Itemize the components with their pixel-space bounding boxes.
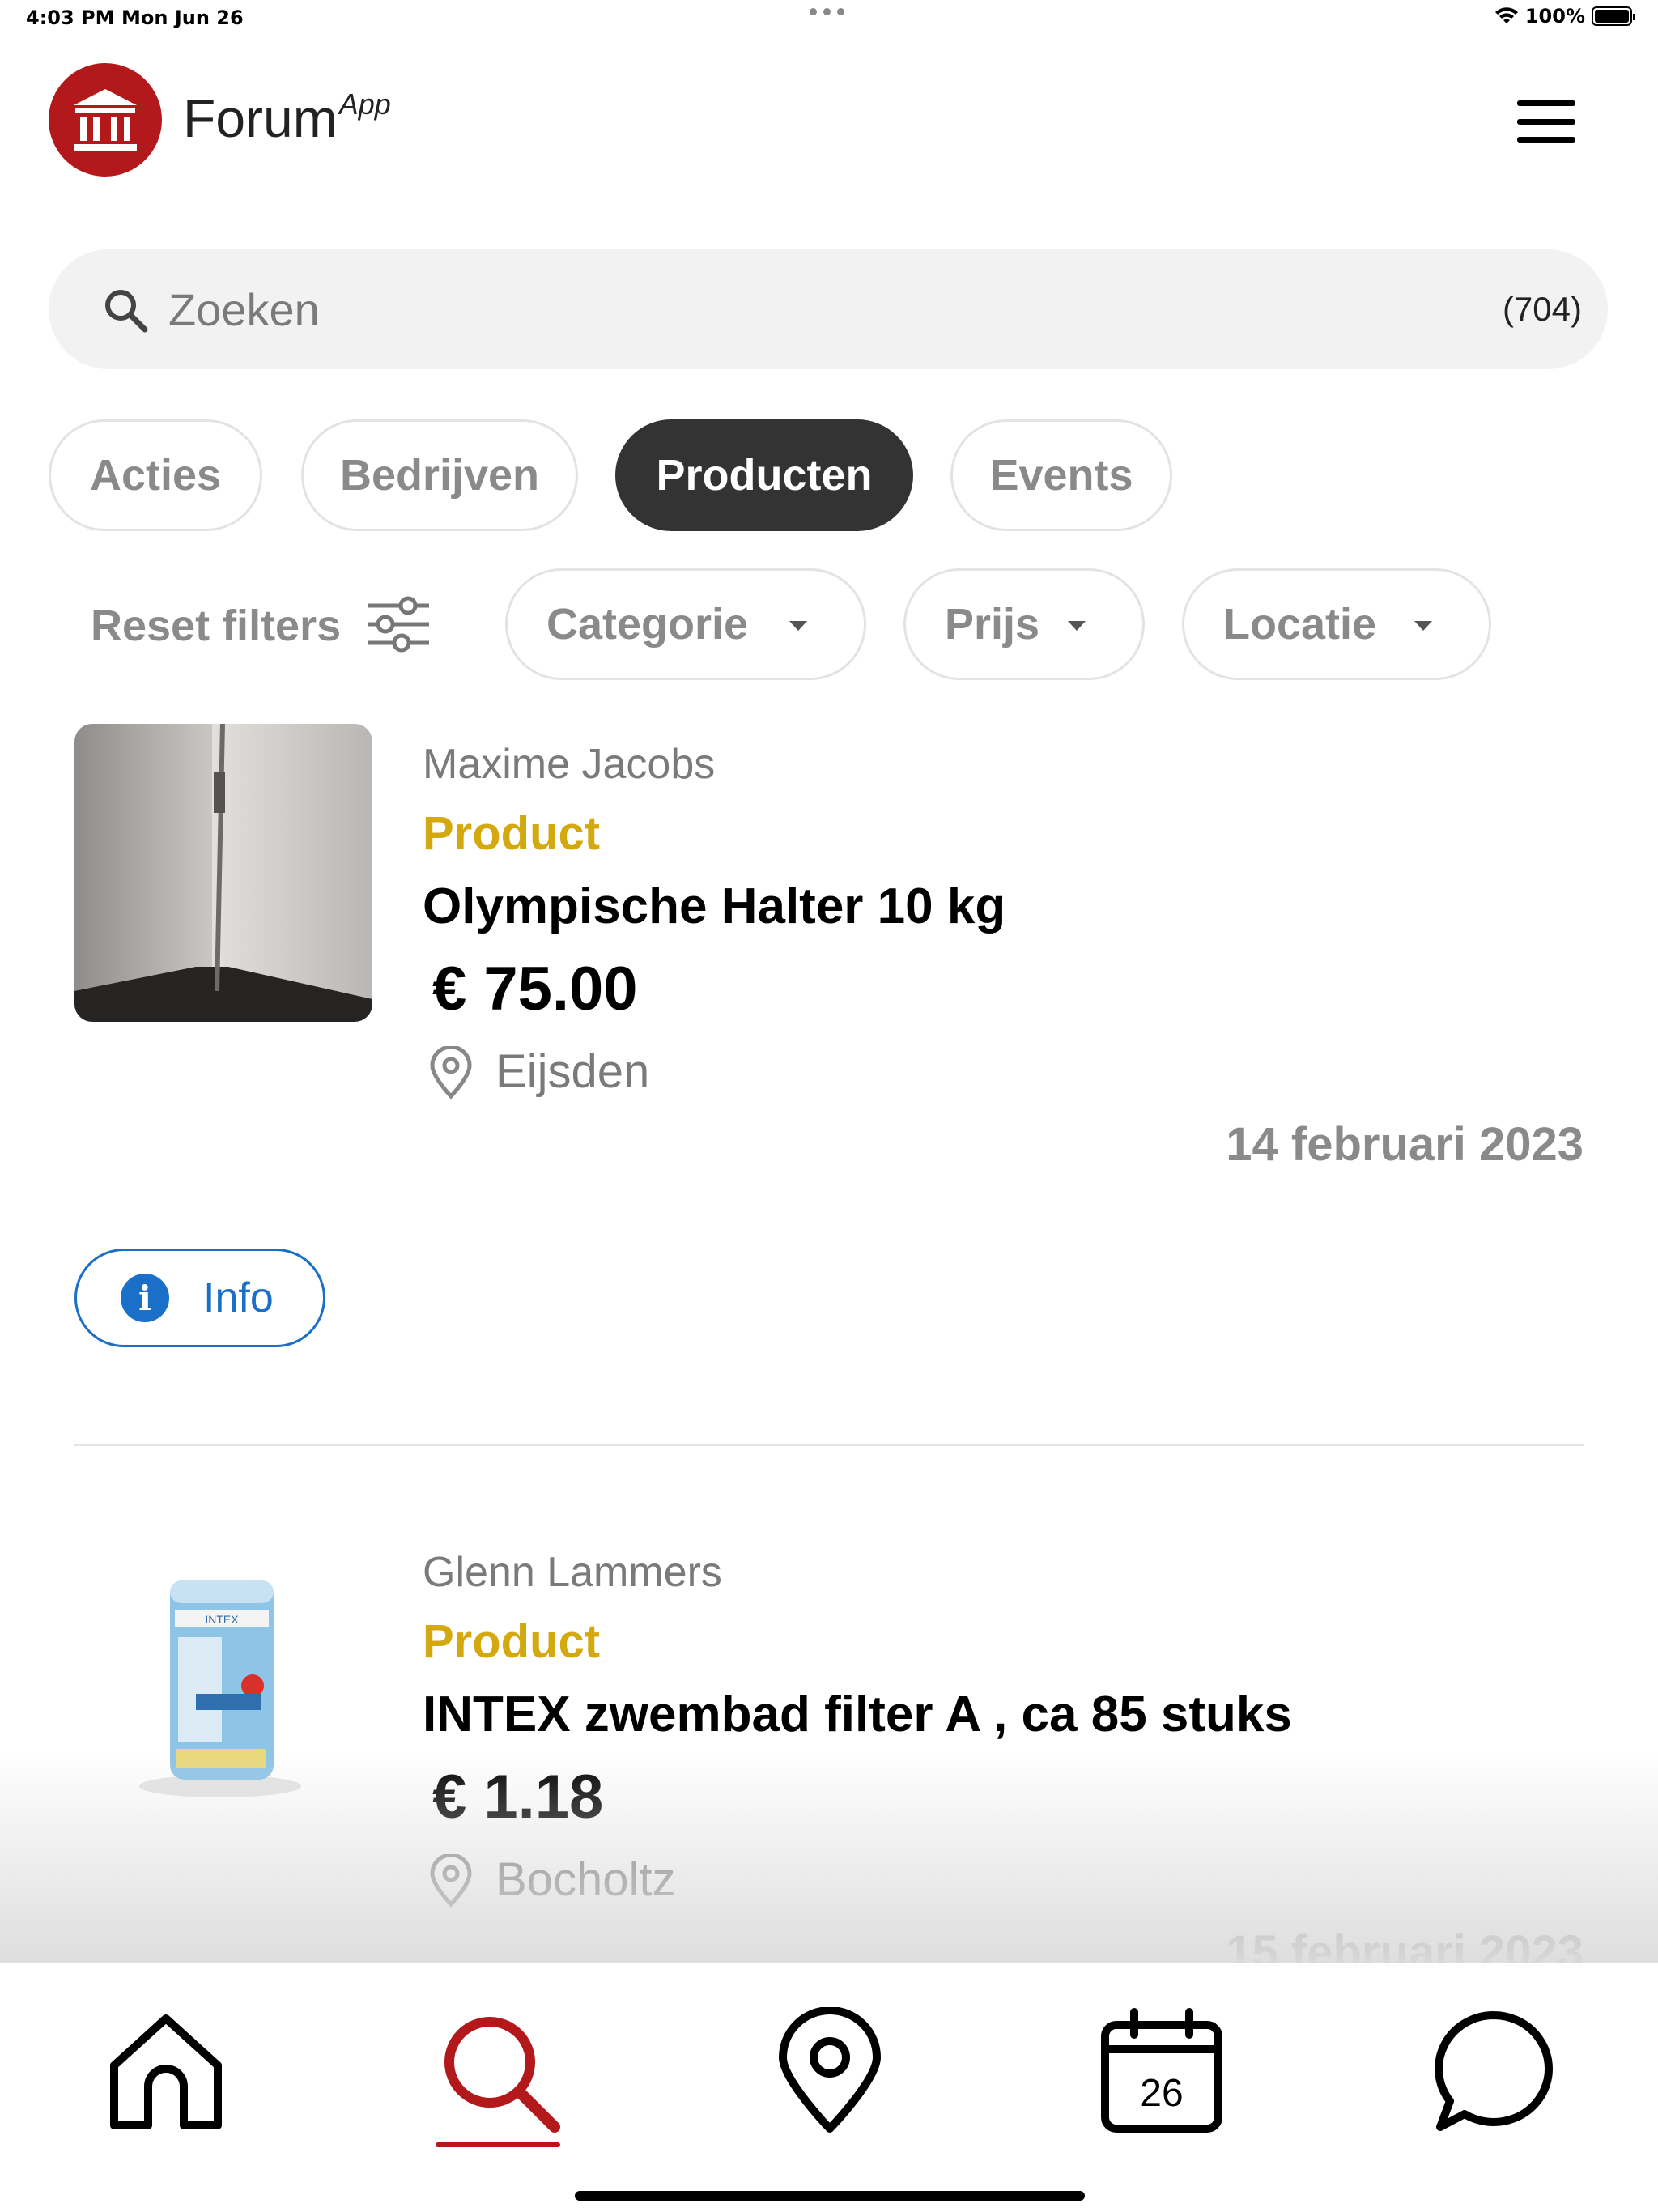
status-date: Mon Jun 26 <box>121 6 244 29</box>
calendar-day: 26 <box>1140 2072 1184 2115</box>
listing-type: Product <box>423 1615 601 1668</box>
seller-name: Glenn Lammers <box>423 1549 722 1596</box>
status-right: 100% <box>1494 5 1635 28</box>
tab-bedrijven[interactable]: Bedrijven <box>301 419 578 531</box>
listing-location: Eijsden <box>495 1045 650 1098</box>
listing-price: € 75.00 <box>432 955 638 1023</box>
home-indicator[interactable] <box>575 2191 1085 2201</box>
search-input[interactable] <box>168 279 1383 340</box>
listing-title[interactable]: Olympische Halter 10 kg <box>423 878 1005 935</box>
sliders-icon[interactable] <box>366 596 431 653</box>
map-pin-icon[interactable] <box>761 2003 899 2141</box>
chat-bubble-icon[interactable] <box>1425 2003 1562 2141</box>
info-button[interactable]: i Info <box>74 1249 325 1347</box>
location-pin-icon <box>430 1854 472 1908</box>
tab-acties[interactable]: Acties <box>49 419 262 531</box>
locatie-dropdown[interactable]: Locatie <box>1182 568 1491 680</box>
hamburger-menu-icon[interactable] <box>1514 97 1579 146</box>
active-tab-indicator <box>436 2142 560 2147</box>
home-icon[interactable] <box>97 2003 235 2141</box>
seller-name: Maxime Jacobs <box>423 741 716 788</box>
forum-logo-icon[interactable] <box>49 63 162 177</box>
product-image[interactable]: INTEX <box>74 1532 372 1830</box>
caret-down-icon <box>1068 621 1086 631</box>
app-header: ForumApp <box>0 57 1658 178</box>
listing-divider <box>74 1444 1584 1446</box>
info-label: Info <box>203 1274 274 1321</box>
reset-filters-button[interactable]: Reset filters <box>91 601 341 651</box>
product-image[interactable] <box>74 724 372 1022</box>
app-brand: ForumApp <box>183 87 391 148</box>
info-icon: i <box>121 1274 169 1322</box>
battery-icon <box>1592 6 1635 26</box>
categorie-dropdown[interactable]: Categorie <box>505 568 866 680</box>
multitasking-dots-icon[interactable] <box>810 8 844 15</box>
listing-date: 14 februari 2023 <box>1226 1118 1584 1171</box>
search-tab-icon[interactable] <box>429 2003 567 2141</box>
tab-events[interactable]: Events <box>950 419 1172 531</box>
location-pin-icon <box>430 1046 472 1100</box>
wifi-icon <box>1494 7 1518 23</box>
result-count: (704) <box>1502 290 1582 328</box>
listing-type: Product <box>423 807 601 860</box>
listing-price: € 1.18 <box>432 1763 604 1831</box>
caret-down-icon <box>789 621 807 631</box>
status-time: 4:03 PM <box>26 6 115 29</box>
prijs-dropdown[interactable]: Prijs <box>903 568 1145 680</box>
caret-down-icon <box>1414 621 1432 631</box>
search-bar[interactable]: (704) <box>49 249 1608 369</box>
battery-percent: 100% <box>1524 5 1585 28</box>
listing-title[interactable]: INTEX zwembad filter A , ca 85 stuks <box>423 1686 1292 1743</box>
status-bar: 4:03 PM Mon Jun 26 100% <box>0 0 1658 39</box>
listing-location: Bocholtz <box>495 1853 676 1906</box>
svg-text:INTEX: INTEX <box>205 1613 239 1626</box>
tab-producten[interactable]: Producten <box>615 419 913 531</box>
calendar-icon[interactable]: 26 <box>1093 2003 1231 2141</box>
bottom-tab-bar: 26 <box>0 1963 1658 2212</box>
search-icon <box>105 290 148 333</box>
